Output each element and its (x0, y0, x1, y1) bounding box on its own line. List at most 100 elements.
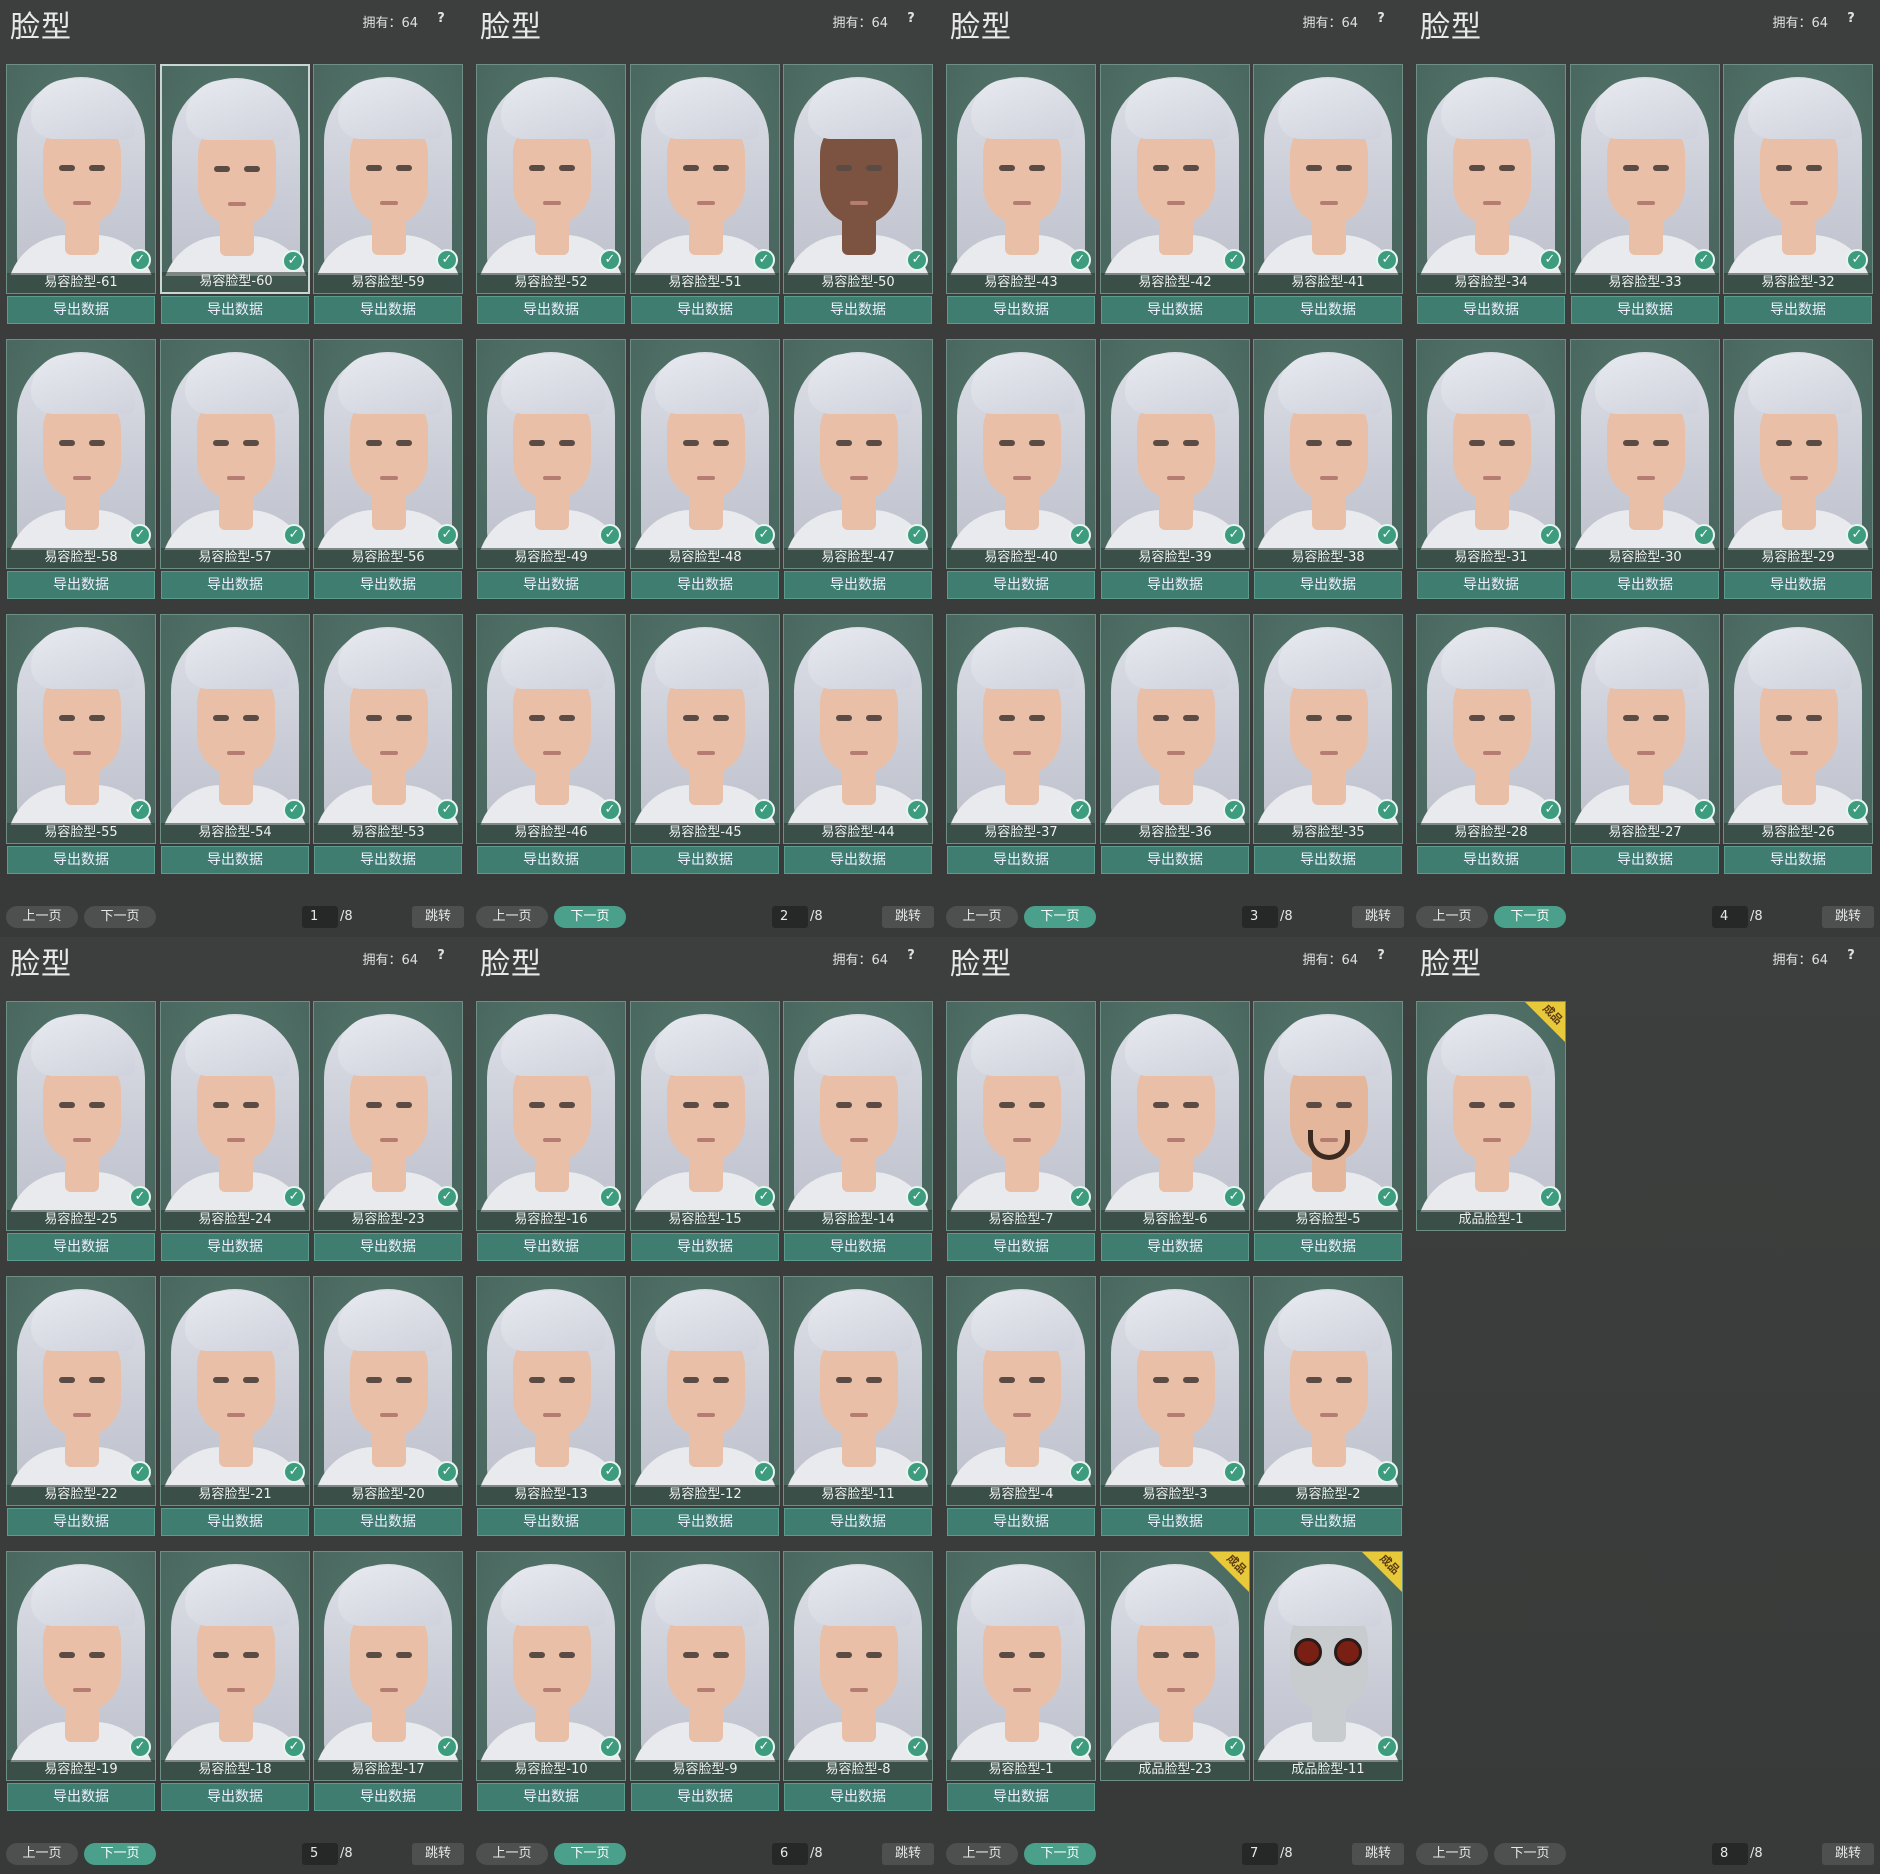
face-card[interactable]: ✓ 易容脸型-36 (1100, 614, 1250, 844)
edit-check-icon[interactable]: ✓ (906, 1461, 928, 1483)
edit-check-icon[interactable]: ✓ (1223, 249, 1245, 271)
export-data-button[interactable]: 导出数据 (1571, 571, 1719, 599)
edit-check-icon[interactable]: ✓ (1069, 249, 1091, 271)
export-data-button[interactable]: 导出数据 (947, 296, 1095, 324)
edit-check-icon[interactable]: ✓ (1693, 524, 1715, 546)
export-data-button[interactable]: 导出数据 (947, 1508, 1095, 1536)
edit-check-icon[interactable]: ✓ (1539, 1186, 1561, 1208)
face-card[interactable]: ✓ 易容脸型-45 (630, 614, 780, 844)
edit-check-icon[interactable]: ✓ (599, 249, 621, 271)
page-number-input[interactable]: 6 (772, 1843, 808, 1865)
prev-page-button[interactable]: 上一页 (1416, 1843, 1488, 1865)
export-data-button[interactable]: 导出数据 (161, 296, 309, 324)
export-data-button[interactable]: 导出数据 (631, 296, 779, 324)
export-data-button[interactable]: 导出数据 (1101, 571, 1249, 599)
face-card[interactable]: ✓ 易容脸型-20 (313, 1276, 463, 1506)
edit-check-icon[interactable]: ✓ (129, 799, 151, 821)
export-data-button[interactable]: 导出数据 (1254, 1508, 1402, 1536)
face-card[interactable]: ✓ 易容脸型-11 (783, 1276, 933, 1506)
export-data-button[interactable]: 导出数据 (1417, 846, 1565, 874)
export-data-button[interactable]: 导出数据 (314, 1783, 462, 1811)
face-card[interactable]: ✓ 易容脸型-23 (313, 1001, 463, 1231)
edit-check-icon[interactable]: ✓ (282, 250, 304, 272)
export-data-button[interactable]: 导出数据 (631, 571, 779, 599)
face-card[interactable]: ✓ 易容脸型-30 (1570, 339, 1720, 569)
edit-check-icon[interactable]: ✓ (906, 1186, 928, 1208)
edit-check-icon[interactable]: ✓ (599, 799, 621, 821)
face-card[interactable]: ✓ 易容脸型-60 (160, 64, 310, 294)
page-number-input[interactable]: 5 (302, 1843, 338, 1865)
face-card[interactable]: ✓ 易容脸型-3 (1100, 1276, 1250, 1506)
face-card[interactable]: ✓ 易容脸型-17 (313, 1551, 463, 1781)
jump-button[interactable]: 跳转 (1352, 1843, 1404, 1865)
edit-check-icon[interactable]: ✓ (753, 1461, 775, 1483)
export-data-button[interactable]: 导出数据 (7, 296, 155, 324)
face-card[interactable]: ✓ 易容脸型-47 (783, 339, 933, 569)
face-card[interactable]: ✓ 易容脸型-26 (1723, 614, 1873, 844)
export-data-button[interactable]: 导出数据 (161, 1233, 309, 1261)
export-data-button[interactable]: 导出数据 (947, 1233, 1095, 1261)
export-data-button[interactable]: 导出数据 (161, 571, 309, 599)
export-data-button[interactable]: 导出数据 (631, 1508, 779, 1536)
export-data-button[interactable]: 导出数据 (7, 571, 155, 599)
next-page-button[interactable]: 下一页 (84, 1843, 156, 1865)
edit-check-icon[interactable]: ✓ (436, 799, 458, 821)
edit-check-icon[interactable]: ✓ (1539, 524, 1561, 546)
face-card[interactable]: ✓ 易容脸型-22 (6, 1276, 156, 1506)
face-card[interactable]: ✓ 易容脸型-13 (476, 1276, 626, 1506)
next-page-button[interactable]: 下一页 (1024, 906, 1096, 928)
edit-check-icon[interactable]: ✓ (599, 1461, 621, 1483)
help-icon[interactable]: ? (432, 947, 450, 965)
face-card[interactable]: ✓ 易容脸型-25 (6, 1001, 156, 1231)
edit-check-icon[interactable]: ✓ (1693, 249, 1715, 271)
export-data-button[interactable]: 导出数据 (947, 571, 1095, 599)
jump-button[interactable]: 跳转 (1822, 1843, 1874, 1865)
help-icon[interactable]: ? (1842, 10, 1860, 28)
edit-check-icon[interactable]: ✓ (1223, 524, 1245, 546)
edit-check-icon[interactable]: ✓ (129, 1736, 151, 1758)
edit-check-icon[interactable]: ✓ (753, 1736, 775, 1758)
face-card[interactable]: ✓ 易容脸型-6 (1100, 1001, 1250, 1231)
prev-page-button[interactable]: 上一页 (476, 906, 548, 928)
face-card[interactable]: 成品 ✓ 成品脸型-1 (1416, 1001, 1566, 1231)
edit-check-icon[interactable]: ✓ (129, 1461, 151, 1483)
next-page-button[interactable]: 下一页 (1024, 1843, 1096, 1865)
page-number-input[interactable]: 1 (302, 906, 338, 928)
edit-check-icon[interactable]: ✓ (1069, 1461, 1091, 1483)
export-data-button[interactable]: 导出数据 (161, 1783, 309, 1811)
export-data-button[interactable]: 导出数据 (947, 846, 1095, 874)
edit-check-icon[interactable]: ✓ (1069, 1736, 1091, 1758)
export-data-button[interactable]: 导出数据 (1417, 571, 1565, 599)
face-card[interactable]: ✓ 易容脸型-32 (1723, 64, 1873, 294)
face-card[interactable]: ✓ 易容脸型-28 (1416, 614, 1566, 844)
edit-check-icon[interactable]: ✓ (753, 799, 775, 821)
edit-check-icon[interactable]: ✓ (436, 1736, 458, 1758)
face-card[interactable]: ✓ 易容脸型-56 (313, 339, 463, 569)
face-card[interactable]: ✓ 易容脸型-58 (6, 339, 156, 569)
prev-page-button[interactable]: 上一页 (476, 1843, 548, 1865)
edit-check-icon[interactable]: ✓ (1069, 1186, 1091, 1208)
export-data-button[interactable]: 导出数据 (947, 1783, 1095, 1811)
edit-check-icon[interactable]: ✓ (1846, 249, 1868, 271)
export-data-button[interactable]: 导出数据 (477, 296, 625, 324)
edit-check-icon[interactable]: ✓ (436, 524, 458, 546)
edit-check-icon[interactable]: ✓ (283, 1736, 305, 1758)
edit-check-icon[interactable]: ✓ (599, 524, 621, 546)
prev-page-button[interactable]: 上一页 (946, 1843, 1018, 1865)
export-data-button[interactable]: 导出数据 (477, 1783, 625, 1811)
edit-check-icon[interactable]: ✓ (599, 1186, 621, 1208)
edit-check-icon[interactable]: ✓ (1376, 1736, 1398, 1758)
face-card[interactable]: ✓ 易容脸型-10 (476, 1551, 626, 1781)
edit-check-icon[interactable]: ✓ (1069, 524, 1091, 546)
export-data-button[interactable]: 导出数据 (1254, 846, 1402, 874)
face-card[interactable]: ✓ 易容脸型-15 (630, 1001, 780, 1231)
face-card[interactable]: ✓ 易容脸型-18 (160, 1551, 310, 1781)
export-data-button[interactable]: 导出数据 (1571, 846, 1719, 874)
face-card[interactable]: ✓ 易容脸型-34 (1416, 64, 1566, 294)
page-number-input[interactable]: 4 (1712, 906, 1748, 928)
face-card[interactable]: ✓ 易容脸型-57 (160, 339, 310, 569)
edit-check-icon[interactable]: ✓ (599, 1736, 621, 1758)
face-card[interactable]: ✓ 易容脸型-49 (476, 339, 626, 569)
export-data-button[interactable]: 导出数据 (1417, 296, 1565, 324)
edit-check-icon[interactable]: ✓ (283, 1186, 305, 1208)
